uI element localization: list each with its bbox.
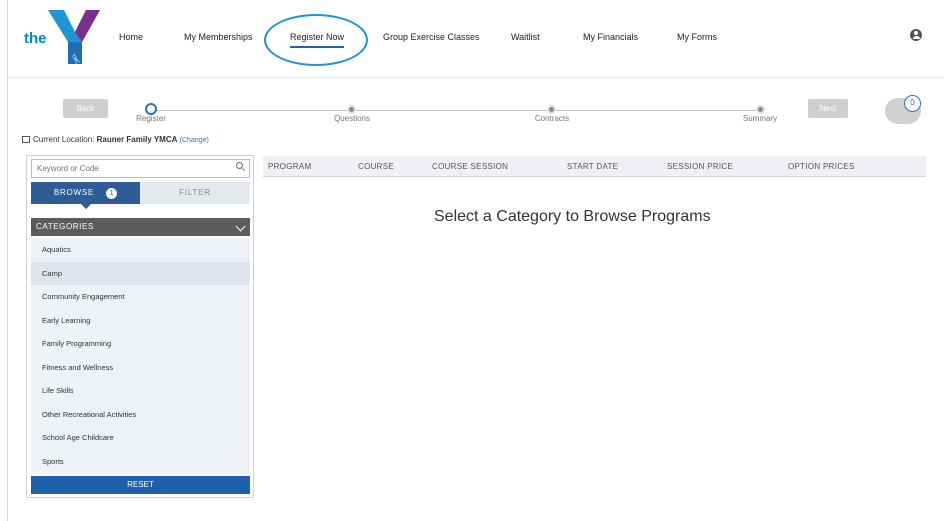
- user-circle-icon[interactable]: [910, 29, 922, 41]
- tab-filter[interactable]: FILTER: [140, 182, 250, 204]
- column-header-option-prices[interactable]: OPTION PRICES: [788, 156, 855, 177]
- nav-my-financials[interactable]: My Financials: [583, 32, 638, 42]
- next-button[interactable]: Next: [808, 99, 848, 118]
- ymca-y-icon: YMCA: [48, 10, 100, 66]
- nav-label: My Forms: [677, 32, 717, 42]
- column-header-course-session[interactable]: COURSE SESSION: [432, 156, 508, 177]
- location-icon: [22, 136, 30, 143]
- browse-filter-tabs: BROWSE 1 FILTER: [31, 182, 250, 209]
- category-item-other-recreational-activities[interactable]: Other Recreational Activities: [31, 403, 250, 426]
- nav-label: Group Exercise Classes: [383, 32, 480, 42]
- reset-button[interactable]: RESET: [31, 476, 250, 494]
- step-contracts-label: Contracts: [534, 114, 570, 123]
- back-button[interactable]: Back: [63, 99, 108, 118]
- step-summary-label: Summary: [742, 114, 778, 123]
- tab-filter-label: FILTER: [179, 188, 211, 197]
- ymca-logo[interactable]: the YMCA: [20, 8, 100, 66]
- category-item-early-learning[interactable]: Early Learning: [31, 309, 250, 332]
- app-frame: the YMCA Home My Memberships Register No…: [7, 0, 944, 521]
- search-icon[interactable]: [236, 162, 243, 169]
- category-item-camp[interactable]: Camp: [31, 261, 250, 285]
- column-header-program[interactable]: PROGRAM: [268, 156, 311, 177]
- current-location: Current Location: Rauner Family YMCA (Ch…: [22, 135, 209, 144]
- category-item-aquatics[interactable]: Aquatics: [31, 238, 250, 261]
- column-header-course[interactable]: COURSE: [358, 156, 394, 177]
- column-header-session-price[interactable]: SESSION PRICE: [667, 156, 733, 177]
- category-item-family-programming[interactable]: Family Programming: [31, 332, 250, 355]
- change-location-link[interactable]: (Change): [180, 137, 209, 144]
- tab-browse[interactable]: BROWSE 1: [31, 182, 140, 209]
- nav-label: Waitlist: [511, 32, 540, 42]
- nav-my-memberships[interactable]: My Memberships: [184, 32, 253, 42]
- site-header: the YMCA Home My Memberships Register No…: [8, 0, 944, 78]
- search-input[interactable]: [31, 159, 250, 178]
- category-item-school-age-childcare[interactable]: School Age Childcare: [31, 426, 250, 449]
- nav-label: Home: [119, 32, 144, 42]
- nav-label: My Memberships: [184, 32, 253, 42]
- category-item-sports[interactable]: Sports: [31, 450, 250, 473]
- location-name: Rauner Family YMCA: [96, 135, 178, 144]
- programs-table-header: PROGRAM COURSE COURSE SESSION START DATE…: [263, 156, 926, 177]
- step-register-label: Register: [136, 114, 166, 123]
- categories-title: CATEGORIES: [36, 222, 94, 231]
- step-contracts-dot[interactable]: [547, 105, 556, 114]
- stepper-line: [155, 110, 765, 111]
- step-summary-dot[interactable]: [756, 105, 765, 114]
- browse-count-badge: 1: [106, 188, 118, 199]
- nav-my-forms[interactable]: My Forms: [677, 32, 717, 42]
- category-list: Aquatics Camp Community Engagement Early…: [31, 238, 250, 474]
- categories-header[interactable]: CATEGORIES: [31, 218, 250, 236]
- nav-group-exercise-classes[interactable]: Group Exercise Classes: [383, 32, 480, 42]
- category-item-fitness-and-wellness[interactable]: Fitness and Wellness: [31, 356, 250, 379]
- step-questions-dot[interactable]: [347, 105, 356, 114]
- cart-count-badge[interactable]: 0: [904, 95, 921, 112]
- logo-text: the: [24, 30, 47, 47]
- highlight-annotation: [264, 14, 368, 66]
- column-header-start-date[interactable]: START DATE: [567, 156, 618, 177]
- chevron-down-icon: [235, 221, 246, 232]
- step-questions-label: Questions: [333, 114, 371, 123]
- location-prefix: Current Location:: [33, 135, 95, 144]
- nav-home[interactable]: Home: [119, 32, 143, 42]
- nav-label: My Financials: [583, 32, 639, 42]
- nav-waitlist[interactable]: Waitlist: [511, 32, 540, 42]
- browse-panel: BROWSE 1 FILTER CATEGORIES Aquatics Camp …: [26, 155, 254, 498]
- category-item-community-engagement[interactable]: Community Engagement: [31, 285, 250, 308]
- tab-browse-label: BROWSE: [53, 188, 95, 197]
- empty-state-message: Select a Category to Browse Programs: [434, 208, 711, 225]
- category-item-life-skills[interactable]: Life Skills: [31, 379, 250, 402]
